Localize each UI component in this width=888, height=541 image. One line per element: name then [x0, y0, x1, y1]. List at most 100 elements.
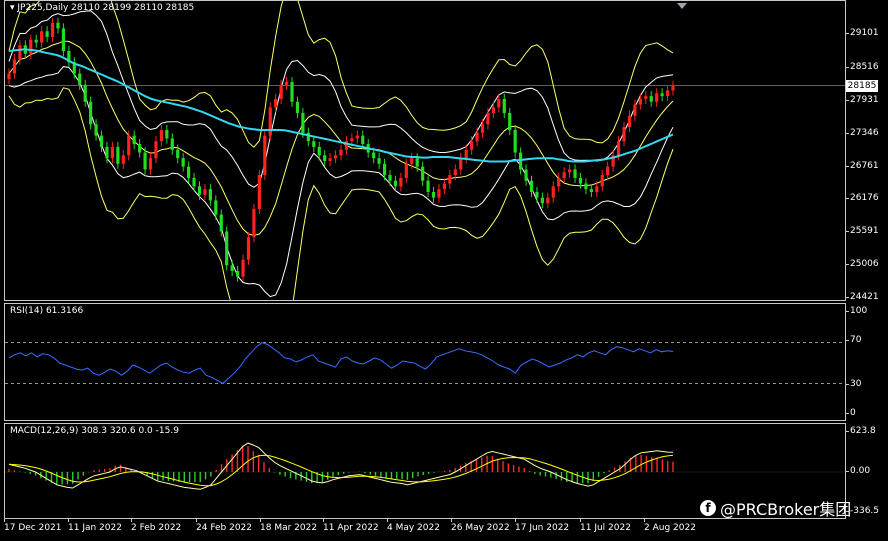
watermark: f @PRCBroker集团: [700, 496, 851, 520]
candle-body: [655, 93, 659, 102]
time-axis-label: 11 Apr 2022: [323, 519, 379, 533]
candle-body: [170, 138, 174, 150]
candle-body: [110, 146, 115, 159]
candle-body: [116, 146, 120, 164]
candle-body: [138, 144, 142, 153]
candle-body: [584, 183, 588, 190]
candle-body: [290, 82, 294, 102]
candle-body: [165, 129, 169, 139]
current-price-label: 28185: [846, 80, 878, 92]
candle-body: [627, 115, 632, 128]
candle-body: [197, 186, 202, 195]
candle-body: [127, 135, 131, 156]
price-tick-label: 25591: [846, 226, 879, 236]
candle-body: [551, 186, 555, 198]
candle-body: [491, 107, 495, 114]
candle-body: [497, 98, 501, 108]
rsi-axis: 100 70 30 0: [845, 303, 888, 421]
candle-body: [573, 169, 577, 178]
chart-shift-marker-icon[interactable]: [677, 3, 687, 9]
candle-body: [671, 85, 675, 91]
candle-body: [78, 73, 82, 85]
candle-body: [475, 132, 479, 142]
macd-tick-label: -336.5: [845, 506, 880, 516]
time-axis-label: 26 May 2022: [451, 519, 510, 533]
candle-body: [159, 129, 163, 142]
candle-body: [437, 189, 441, 198]
candle-body: [12, 59, 17, 74]
candle-body: [83, 84, 87, 102]
rsi-tick-label: 70: [845, 335, 862, 345]
candle-body: [203, 189, 207, 195]
time-axis-label: 4 May 2022: [387, 519, 440, 533]
candle-body: [502, 98, 506, 114]
price-tick-label: 24421: [846, 292, 879, 302]
outer-lower-band: [8, 87, 674, 300]
candle-body: [578, 177, 583, 184]
candle-body: [606, 166, 610, 176]
candle-body: [377, 158, 381, 164]
price-chart: [5, 1, 845, 300]
candle-body: [29, 39, 33, 54]
candle-body: [7, 73, 11, 80]
candle-body: [105, 146, 109, 159]
candle-body: [431, 192, 436, 198]
price-tick-label: 25006: [846, 259, 879, 269]
price-tick-label: 29101: [846, 28, 879, 38]
title-arrow-icon: ▾: [10, 3, 15, 13]
candle-body: [459, 158, 463, 170]
rsi-tick-label: 30: [845, 379, 862, 389]
symbol-title: ▾ JP225,Daily 28110 28199 28110 28185: [10, 3, 194, 13]
price-tick-label: 28516: [846, 62, 879, 72]
candle-body: [56, 22, 60, 29]
candle-body: [214, 200, 218, 215]
candle-body: [274, 98, 278, 108]
candle-body: [317, 146, 321, 156]
price-tick-label: 27346: [846, 128, 879, 138]
rsi-title: RSI(14) 61.3166: [10, 306, 84, 316]
candle-body: [660, 93, 664, 97]
candle-body: [486, 113, 490, 125]
candle-body: [529, 180, 534, 193]
candle-body: [622, 127, 626, 142]
macd-signal-line: [8, 454, 674, 487]
candle-body: [235, 270, 240, 277]
rsi-chart: [5, 342, 845, 385]
candle-body: [404, 163, 408, 178]
candle-body: [89, 101, 93, 125]
candle-body: [442, 183, 447, 190]
candle-body: [540, 197, 544, 204]
price-chart-pane[interactable]: ▾ JP225,Daily 28110 28199 28110 28185: [4, 0, 846, 301]
candle-body: [94, 124, 98, 136]
candle-body: [600, 175, 604, 187]
candle-body: [557, 177, 561, 187]
candle-body: [192, 177, 196, 187]
time-axis-label: 24 Feb 2022: [196, 519, 253, 533]
watermark-text: @PRCBroker集团: [720, 500, 852, 519]
candle-body: [328, 158, 332, 161]
rsi-pane[interactable]: RSI(14) 61.3166: [4, 303, 846, 421]
candle-body: [295, 101, 300, 114]
candle-body: [45, 31, 49, 37]
candle-body: [410, 158, 414, 164]
candle-body: [421, 166, 425, 181]
candle-body: [453, 169, 457, 176]
candle-body: [382, 163, 387, 176]
candle-body: [176, 149, 180, 159]
candle-body: [333, 155, 338, 159]
candle-body: [187, 166, 191, 178]
candle-body: [312, 141, 316, 147]
candle-body: [284, 82, 289, 85]
candle-body: [665, 90, 670, 97]
candle-body: [508, 113, 512, 130]
candle-body: [40, 31, 44, 43]
macd-line: [8, 442, 674, 490]
price-tick-label: 27931: [846, 95, 879, 105]
candle-body: [562, 172, 566, 178]
facebook-icon: f: [700, 500, 716, 516]
macd-title: MACD(12,26,9) 308.3 320.6 0.0 -15.9: [10, 426, 179, 436]
time-axis-label: 17 Jun 2022: [515, 519, 570, 533]
candle-body: [426, 180, 430, 193]
candle-body: [143, 152, 147, 170]
candle-body: [546, 197, 550, 204]
